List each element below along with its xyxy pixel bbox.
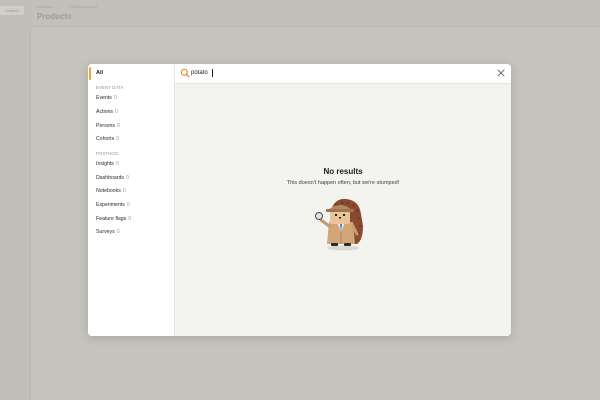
sidebar-item-count: 0 [116,136,120,142]
sidebar-item-label: Insights [96,161,114,167]
empty-state-title: No results [323,167,363,176]
sidebar-item-actions[interactable]: Actions 0 [96,109,118,115]
sidebar-item-label: Events [96,95,112,101]
empty-state-subtitle: This doesn't happen often, but we're stu… [286,180,400,186]
search-modal-sidebar: All EVENT DATA Events 0 Actions 0 Persons 0… [88,64,175,336]
text-caret [212,69,213,77]
sidebar-item-count: 0 [122,188,126,194]
sidebar-item-count: 0 [115,109,118,115]
sidebar-item-count: 0 [125,175,129,181]
sidebar-item-label: Persons [96,123,116,129]
active-indicator [89,67,91,80]
sidebar-item-notebooks[interactable]: Notebooks 0 [96,188,126,194]
sidebar-item-count: 0 [128,216,132,222]
sidebar-item-label: Surveys [96,229,115,235]
sidebar-item-label: Dashboards [96,175,124,181]
sidebar-item-label: Feature flags [96,216,127,222]
sidebar-item-insights[interactable]: Insights 0 [96,161,119,167]
sidebar-item-label: Experiments [96,202,125,208]
sidebar-item-all[interactable]: All [88,67,174,80]
sidebar-item-surveys[interactable]: Surveys 0 [96,229,120,235]
sidebar-item-label: All [96,70,104,76]
sidebar-item-count: 0 [116,229,120,235]
sidebar-item-cohorts[interactable]: Cohorts 0 [96,136,119,142]
sidebar-item-label: Notebooks [96,188,121,194]
sidebar-item-label: Actions [96,109,114,115]
sidebar-item-dashboards[interactable]: Dashboards 0 [96,175,129,181]
sidebar-item-persons[interactable]: Persons 0 [96,123,120,129]
search-results-panel: No results This doesn't happen often, bu… [175,64,511,336]
sidebar-item-feature-flags[interactable]: Feature flags 0 [96,216,131,222]
sidebar-item-experiments[interactable]: Experiments 0 [96,202,130,208]
sidebar-item-events[interactable]: Events 0 [96,95,117,101]
sidebar-item-count: 0 [113,95,117,101]
search-modal: All EVENT DATA Events 0 Actions 0 Persons 0… [88,64,511,336]
search-icon [180,68,190,78]
section-header-posthog: POSTHOG [96,151,119,156]
search-input[interactable] [191,67,471,79]
search-bar [175,64,511,84]
sidebar-item-count: 0 [126,202,130,208]
sidebar-item-count: 0 [117,123,120,129]
section-header-event-data: EVENT DATA [96,85,124,90]
sidebar-item-label: Cohorts [96,136,115,142]
sidebar-item-count: 0 [115,161,119,167]
detective-hedgehog-illustration [315,198,363,251]
close-icon[interactable] [495,67,507,79]
